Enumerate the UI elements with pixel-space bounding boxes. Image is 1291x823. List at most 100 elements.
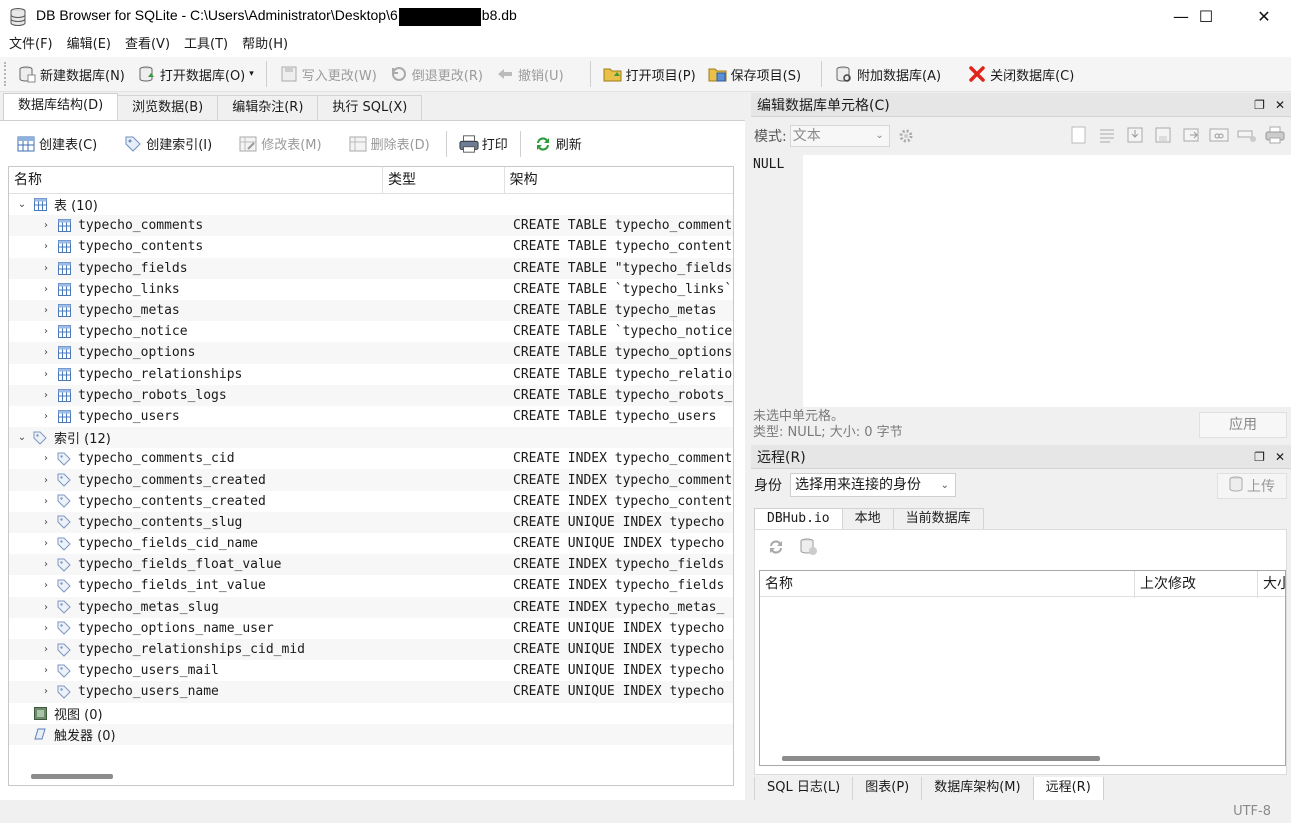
chevron-right-icon[interactable]: ›: [39, 453, 53, 464]
tab-local[interactable]: 本地: [841, 508, 894, 530]
save-project-button[interactable]: 保存项目(S): [702, 60, 807, 88]
tab-remote[interactable]: 远程(R): [1032, 777, 1104, 801]
tree-row-index[interactable]: › typecho_users_mail CREATE UNIQUE INDEX t…: [9, 660, 733, 681]
chevron-right-icon[interactable]: ›: [39, 411, 53, 422]
column-header-name[interactable]: 名称: [9, 167, 383, 194]
tree-row-table[interactable]: › typecho_users CREATE TABLE typecho_users: [9, 406, 733, 427]
column-header-size[interactable]: 大小: [1258, 571, 1285, 598]
column-header-schema[interactable]: 架构: [505, 167, 733, 194]
create-index-button[interactable]: 创建索引(I): [117, 130, 218, 158]
undo-button[interactable]: 撤销(U): [489, 60, 570, 88]
chevron-right-icon[interactable]: ›: [39, 220, 53, 231]
toolbar-grip[interactable]: [4, 62, 7, 86]
close-button[interactable]: ✕: [1241, 0, 1287, 33]
tree-row-index[interactable]: › typecho_users_name CREATE UNIQUE INDEX t…: [9, 681, 733, 703]
refresh-icon[interactable]: [767, 538, 785, 560]
import-icon[interactable]: [1125, 125, 1145, 145]
export-icon[interactable]: [1153, 125, 1173, 145]
chevron-down-icon[interactable]: ⌄: [15, 199, 29, 210]
link-icon[interactable]: [1209, 125, 1229, 145]
tree-row-index[interactable]: › typecho_fields_int_value CREATE INDEX ty…: [9, 575, 733, 596]
tab-database-structure[interactable]: 数据库结构(D): [3, 93, 119, 121]
tree-row-table[interactable]: › typecho_fields CREATE TABLE "typecho_fie…: [9, 257, 733, 279]
tree-group-indexes[interactable]: ⌄ 索引 (12): [9, 427, 733, 449]
chevron-right-icon[interactable]: ›: [39, 580, 53, 591]
chevron-right-icon[interactable]: ›: [39, 623, 53, 634]
tree-row-index[interactable]: › typecho_comments_cid CREATE INDEX typech…: [9, 448, 733, 469]
tree-row-table[interactable]: › typecho_robots_logs CREATE TABLE typecho…: [9, 384, 733, 406]
close-dock-icon[interactable]: ✕: [1275, 98, 1285, 112]
tab-db-schema[interactable]: 数据库架构(M): [921, 777, 1034, 801]
chevron-right-icon[interactable]: ›: [39, 644, 53, 655]
upload-button[interactable]: 上传: [1217, 473, 1287, 499]
tree-group-tables[interactable]: ⌄ 表 (10): [9, 194, 733, 215]
menu-edit[interactable]: 编辑(E): [60, 33, 118, 57]
identity-select[interactable]: 选择用来连接的身份 ⌄: [790, 473, 956, 497]
chevron-right-icon[interactable]: ›: [39, 284, 53, 295]
tree-row-index[interactable]: › typecho_fields_cid_name CREATE UNIQUE IN…: [9, 533, 733, 554]
chevron-right-icon[interactable]: ›: [39, 326, 53, 337]
editor-text-area[interactable]: [803, 155, 1291, 407]
dropdown-arrow-icon[interactable]: ▾: [249, 69, 254, 79]
tree-row-table[interactable]: › typecho_notice CREATE TABLE `typecho_not…: [9, 321, 733, 342]
chevron-right-icon[interactable]: ›: [39, 263, 53, 274]
column-header-last-modified[interactable]: 上次修改: [1135, 571, 1258, 598]
tree-group-views[interactable]: 视图 (0): [9, 703, 733, 724]
tree-row-table[interactable]: › typecho_links CREATE TABLE `typecho_link…: [9, 279, 733, 300]
tree-row-index[interactable]: › typecho_relationships_cid_mid CREATE UNI…: [9, 638, 733, 661]
tab-plot[interactable]: 图表(P): [852, 777, 923, 801]
modify-table-button[interactable]: 修改表(M): [232, 130, 327, 158]
schema-tree[interactable]: 名称 类型 架构 ⌄ 表 (10) › typecho_comments CREATE …: [8, 166, 734, 786]
chevron-right-icon[interactable]: ›: [39, 686, 53, 697]
chevron-right-icon[interactable]: ›: [39, 496, 53, 507]
chevron-right-icon[interactable]: ›: [39, 390, 53, 401]
tree-row-index[interactable]: › typecho_options_name_user CREATE UNIQUE …: [9, 618, 733, 639]
gear-icon[interactable]: [896, 126, 916, 146]
column-header-type[interactable]: 类型: [383, 167, 505, 194]
chevron-right-icon[interactable]: ›: [39, 241, 53, 252]
tab-current-database[interactable]: 当前数据库: [892, 508, 984, 530]
revert-changes-button[interactable]: 倒退更改(R): [383, 60, 489, 88]
clone-database-icon[interactable]: [799, 537, 819, 561]
tab-browse-data[interactable]: 浏览数据(B): [117, 95, 219, 121]
new-database-button[interactable]: 新建数据库(N): [11, 60, 131, 88]
chevron-right-icon[interactable]: ›: [39, 347, 53, 358]
close-database-button[interactable]: 关闭数据库(C): [961, 60, 1080, 88]
tree-row-index[interactable]: › typecho_contents_slug CREATE UNIQUE INDE…: [9, 511, 733, 533]
chevron-right-icon[interactable]: ›: [39, 369, 53, 380]
tree-row-table[interactable]: › typecho_options CREATE TABLE typecho_opt…: [9, 342, 733, 364]
apply-button[interactable]: 应用: [1199, 412, 1287, 438]
chevron-right-icon[interactable]: ›: [39, 665, 53, 676]
tab-dbhub[interactable]: DBHub.io: [754, 508, 843, 531]
chevron-right-icon[interactable]: ›: [39, 305, 53, 316]
chevron-right-icon[interactable]: ›: [39, 475, 53, 486]
chevron-right-icon[interactable]: ›: [39, 602, 53, 613]
float-dock-icon[interactable]: ❐: [1254, 98, 1265, 112]
column-header-name[interactable]: 名称: [760, 571, 1135, 598]
remote-file-table[interactable]: 名称 上次修改 大小: [759, 570, 1286, 766]
print-button[interactable]: 打印: [453, 130, 514, 158]
tree-row-table[interactable]: › typecho_comments CREATE TABLE typecho_co…: [9, 215, 733, 237]
mode-select[interactable]: 文本 ⌄: [789, 125, 890, 147]
open-database-button[interactable]: 打开数据库(O) ▾: [131, 60, 260, 88]
create-table-button[interactable]: 创建表(C): [10, 130, 103, 158]
attach-database-button[interactable]: 附加数据库(A): [828, 60, 947, 88]
chevron-right-icon[interactable]: ›: [39, 517, 53, 528]
set-null-icon[interactable]: [1181, 125, 1201, 145]
close-dock-icon[interactable]: ✕: [1275, 450, 1285, 464]
tree-row-table[interactable]: › typecho_metas CREATE TABLE typecho_metas: [9, 299, 733, 322]
tab-execute-sql[interactable]: 执行 SQL(X): [317, 95, 423, 121]
menu-help[interactable]: 帮助(H): [235, 33, 295, 57]
printer-icon[interactable]: [1265, 125, 1285, 145]
open-project-button[interactable]: 打开项目(P): [597, 60, 702, 88]
horizontal-scrollbar[interactable]: [782, 756, 1100, 761]
float-dock-icon[interactable]: ❐: [1254, 450, 1265, 464]
auto-format-icon[interactable]: [1069, 125, 1089, 145]
tab-edit-pragmas[interactable]: 编辑杂注(R): [217, 95, 319, 121]
horizontal-scrollbar[interactable]: [31, 774, 113, 779]
tree-row-table[interactable]: › typecho_relationships CREATE TABLE typec…: [9, 364, 733, 385]
record-icon[interactable]: [1237, 125, 1257, 145]
tree-row-index[interactable]: › typecho_comments_created CREATE INDEX ty…: [9, 469, 733, 491]
menu-tools[interactable]: 工具(T): [177, 33, 235, 57]
cell-editor[interactable]: NULL: [751, 155, 1291, 407]
